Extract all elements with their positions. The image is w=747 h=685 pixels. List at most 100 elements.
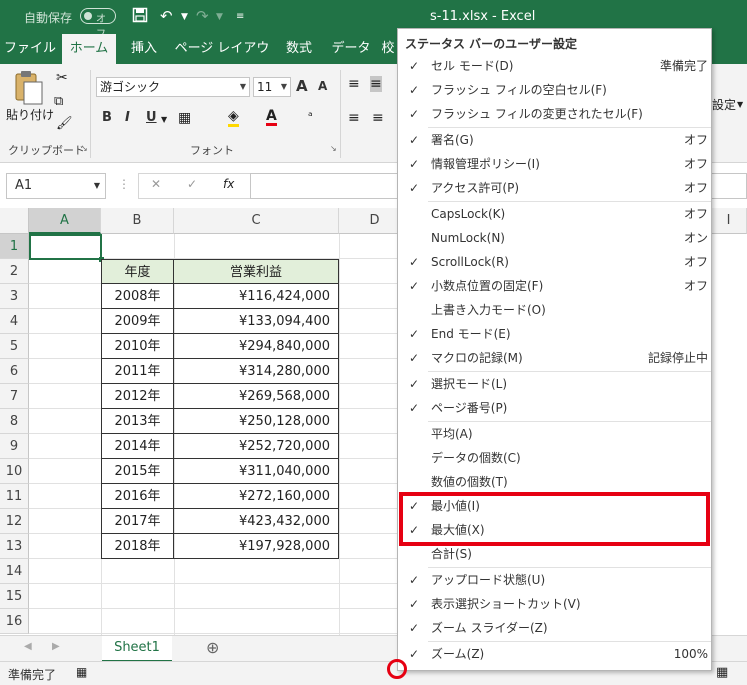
tab-data[interactable]: データ xyxy=(326,34,376,64)
row-header-4[interactable]: 4 xyxy=(0,309,29,334)
format-painter-icon[interactable]: 🖌 xyxy=(56,116,73,131)
table-cell-value[interactable]: ¥133,094,400 xyxy=(174,309,339,334)
table-cell-value[interactable]: ¥252,720,000 xyxy=(174,434,339,459)
menu-item[interactable]: ✓ アクセス許可(P) オフ xyxy=(398,176,711,200)
table-cell-year[interactable]: 2014年 xyxy=(101,434,174,459)
underline-button[interactable]: U xyxy=(146,110,157,125)
sheet-tab-sheet1[interactable]: Sheet1 xyxy=(102,636,172,662)
table-cell-value[interactable]: ¥423,432,000 xyxy=(174,509,339,534)
table-cell-value[interactable]: ¥311,040,000 xyxy=(174,459,339,484)
row-header-14[interactable]: 14 xyxy=(0,559,29,584)
fill-color-icon[interactable]: ◈ xyxy=(228,108,239,127)
table-cell-value[interactable]: ¥294,840,000 xyxy=(174,334,339,359)
decrease-font-icon[interactable]: A xyxy=(318,79,327,93)
row-header-10[interactable]: 10 xyxy=(0,459,29,484)
row-header-6[interactable]: 6 xyxy=(0,359,29,384)
table-cell-year[interactable]: 2018年 xyxy=(101,534,174,559)
scroll-left-icon[interactable]: ◀ xyxy=(24,641,32,652)
add-sheet-icon[interactable]: ⊕ xyxy=(206,638,219,657)
row-header-2[interactable]: 2 xyxy=(0,259,29,284)
font-launcher-icon[interactable]: ↘ xyxy=(330,144,337,153)
column-header-a[interactable]: A xyxy=(29,208,101,234)
paste-icon[interactable] xyxy=(10,70,46,108)
menu-item[interactable]: ✓ 署名(G) オフ xyxy=(398,128,711,152)
table-cell-value[interactable]: ¥314,280,000 xyxy=(174,359,339,384)
menu-item[interactable]: ✓ マクロの記録(M) 記録停止中 xyxy=(398,346,711,370)
normal-view-icon[interactable]: ▦ xyxy=(716,665,728,680)
row-header-5[interactable]: 5 xyxy=(0,334,29,359)
tab-file[interactable]: ファイル xyxy=(0,34,60,64)
table-cell-year[interactable]: 2009年 xyxy=(101,309,174,334)
chevron-down-icon[interactable]: ▼ xyxy=(94,174,100,198)
table-cell-year[interactable]: 2015年 xyxy=(101,459,174,484)
table-cell-year[interactable]: 2017年 xyxy=(101,509,174,534)
menu-item[interactable]: 上書き入力モード(O) xyxy=(398,298,711,322)
cancel-icon[interactable]: ✕ xyxy=(151,177,161,191)
row-header-16[interactable]: 16 xyxy=(0,609,29,634)
menu-item[interactable]: 数値の個数(T) xyxy=(398,470,711,494)
table-cell-value[interactable]: ¥116,424,000 xyxy=(174,284,339,309)
underline-dropdown-icon[interactable]: ▼ xyxy=(161,115,167,124)
paste-button[interactable]: 貼り付け xyxy=(6,106,54,123)
table-cell-year[interactable]: 2010年 xyxy=(101,334,174,359)
column-header-b[interactable]: B xyxy=(101,208,174,234)
row-header-3[interactable]: 3 xyxy=(0,284,29,309)
macro-record-icon[interactable]: ▦ xyxy=(76,665,87,679)
column-header-i[interactable]: I xyxy=(711,208,747,234)
cut-icon[interactable]: ✂ xyxy=(56,70,68,86)
row-header-7[interactable]: 7 xyxy=(0,384,29,409)
tab-formulas[interactable]: 数式 xyxy=(276,34,322,64)
align-middle-icon[interactable]: ≡ xyxy=(370,76,382,92)
table-cell-year[interactable]: 2012年 xyxy=(101,384,174,409)
menu-item[interactable]: ✓ セル モード(D) 準備完了 xyxy=(398,54,711,78)
row-header-13[interactable]: 13 xyxy=(0,534,29,559)
menu-item[interactable]: ✓ ズーム スライダー(Z) xyxy=(398,616,711,640)
tab-home[interactable]: ホーム xyxy=(62,34,116,64)
font-size-combo[interactable]: 11 ▼ xyxy=(253,77,291,97)
menu-item[interactable]: ✓ ScrollLock(R) オフ xyxy=(398,250,711,274)
tab-insert[interactable]: 挿入 xyxy=(120,34,168,64)
table-cell-year[interactable]: 2008年 xyxy=(101,284,174,309)
copy-icon[interactable]: ⧉ xyxy=(54,94,63,109)
menu-item[interactable]: ✓ 小数点位置の固定(F) オフ xyxy=(398,274,711,298)
align-left-icon[interactable]: ≡ xyxy=(348,110,360,126)
menu-item[interactable]: ✓ 情報管理ポリシー(I) オフ xyxy=(398,152,711,176)
table-cell-year[interactable]: 2016年 xyxy=(101,484,174,509)
column-header-c[interactable]: C xyxy=(174,208,339,234)
menu-item[interactable]: ✓ フラッシュ フィルの変更されたセル(F) xyxy=(398,102,711,126)
row-header-11[interactable]: 11 xyxy=(0,484,29,509)
menu-item[interactable]: データの個数(C) xyxy=(398,446,711,470)
menu-item[interactable]: ✓ アップロード状態(U) xyxy=(398,568,711,592)
menu-item[interactable]: ✓ 選択モード(L) xyxy=(398,372,711,396)
menu-item[interactable]: ✓ ズーム(Z) 100% xyxy=(398,642,711,666)
save-icon[interactable] xyxy=(132,7,148,27)
active-cell-a1[interactable] xyxy=(29,234,102,260)
table-cell-value[interactable]: ¥272,160,000 xyxy=(174,484,339,509)
table-cell-value[interactable]: ¥197,928,000 xyxy=(174,534,339,559)
scroll-right-icon[interactable]: ▶ xyxy=(52,641,60,652)
select-all-corner[interactable] xyxy=(0,208,29,234)
menu-item[interactable]: NumLock(N) オン xyxy=(398,226,711,250)
menu-item[interactable]: ✓ End モード(E) xyxy=(398,322,711,346)
redo-icon[interactable]: ↷ xyxy=(196,7,209,25)
menu-item[interactable]: 平均(A) xyxy=(398,422,711,446)
row-header-15[interactable]: 15 xyxy=(0,584,29,609)
align-center-icon[interactable]: ≡ xyxy=(372,110,384,126)
italic-button[interactable]: I xyxy=(125,110,130,125)
enter-icon[interactable]: ✓ xyxy=(187,177,197,191)
menu-item[interactable]: CapsLock(K) オフ xyxy=(398,202,711,226)
borders-icon[interactable]: ▦ xyxy=(178,110,191,126)
chevron-down-icon[interactable]: ▼ xyxy=(737,100,743,109)
row-header-1[interactable]: 1 xyxy=(0,234,29,259)
tab-page-layout[interactable]: ページ レイアウト xyxy=(172,34,272,86)
undo-dropdown-icon[interactable]: ▼ xyxy=(181,12,188,22)
tab-review[interactable]: 校 xyxy=(380,34,396,64)
customize-qat-icon[interactable]: ≡ xyxy=(236,11,244,22)
table-cell-value[interactable]: ¥269,568,000 xyxy=(174,384,339,409)
clipboard-launcher-icon[interactable]: ↘ xyxy=(81,144,88,153)
table-cell-year[interactable]: 2013年 xyxy=(101,409,174,434)
row-header-12[interactable]: 12 xyxy=(0,509,29,534)
bold-button[interactable]: B xyxy=(102,110,112,125)
increase-font-icon[interactable]: A xyxy=(296,77,308,95)
align-top-icon[interactable]: ≡ xyxy=(348,76,360,92)
